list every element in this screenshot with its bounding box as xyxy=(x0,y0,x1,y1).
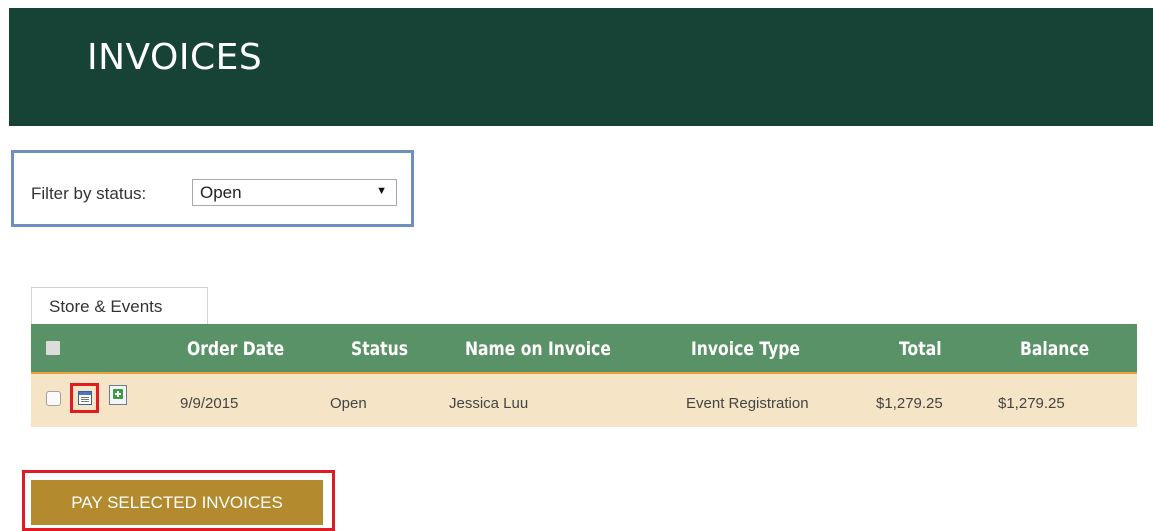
pay-button-highlight: PAY SELECTED INVOICES xyxy=(22,470,335,531)
tab-label: Store & Events xyxy=(49,297,163,316)
table-header: Order Date Status Name on Invoice Invoic… xyxy=(31,324,1137,374)
table-row: 9/9/2015 Open Jessica Luu Event Registra… xyxy=(31,374,1137,427)
pay-selected-invoices-button[interactable]: PAY SELECTED INVOICES xyxy=(31,480,323,525)
select-all-checkbox[interactable] xyxy=(46,341,60,355)
chevron-down-icon: ▼ xyxy=(376,185,387,197)
balance-cell: $1,279.25 xyxy=(998,395,1065,412)
column-header-order-date[interactable]: Order Date xyxy=(187,338,284,360)
filter-panel: Filter by status: Open ▼ xyxy=(11,150,414,227)
column-header-balance[interactable]: Balance xyxy=(1020,338,1089,360)
invoice-details-icon[interactable] xyxy=(78,391,92,405)
name-on-invoice-cell: Jessica Luu xyxy=(449,395,529,412)
add-to-calendar-icon[interactable] xyxy=(107,382,129,406)
page-title: INVOICES xyxy=(87,37,263,78)
filter-label: Filter by status: xyxy=(31,184,147,203)
status-filter-value: Open xyxy=(200,183,242,202)
column-header-total[interactable]: Total xyxy=(899,338,942,360)
status-filter-select[interactable]: Open ▼ xyxy=(192,179,397,206)
page-header: INVOICES xyxy=(9,8,1153,126)
invoice-details-highlight xyxy=(70,383,99,413)
status-cell: Open xyxy=(330,395,367,412)
column-header-name-on-invoice[interactable]: Name on Invoice xyxy=(465,338,611,360)
column-header-invoice-type[interactable]: Invoice Type xyxy=(691,338,800,360)
total-cell: $1,279.25 xyxy=(876,395,943,412)
order-date-cell: 9/9/2015 xyxy=(180,395,239,412)
row-select-checkbox[interactable] xyxy=(46,391,61,406)
column-header-status[interactable]: Status xyxy=(351,338,408,360)
tab-store-events[interactable]: Store & Events xyxy=(31,287,208,325)
invoice-type-cell: Event Registration xyxy=(686,395,809,412)
